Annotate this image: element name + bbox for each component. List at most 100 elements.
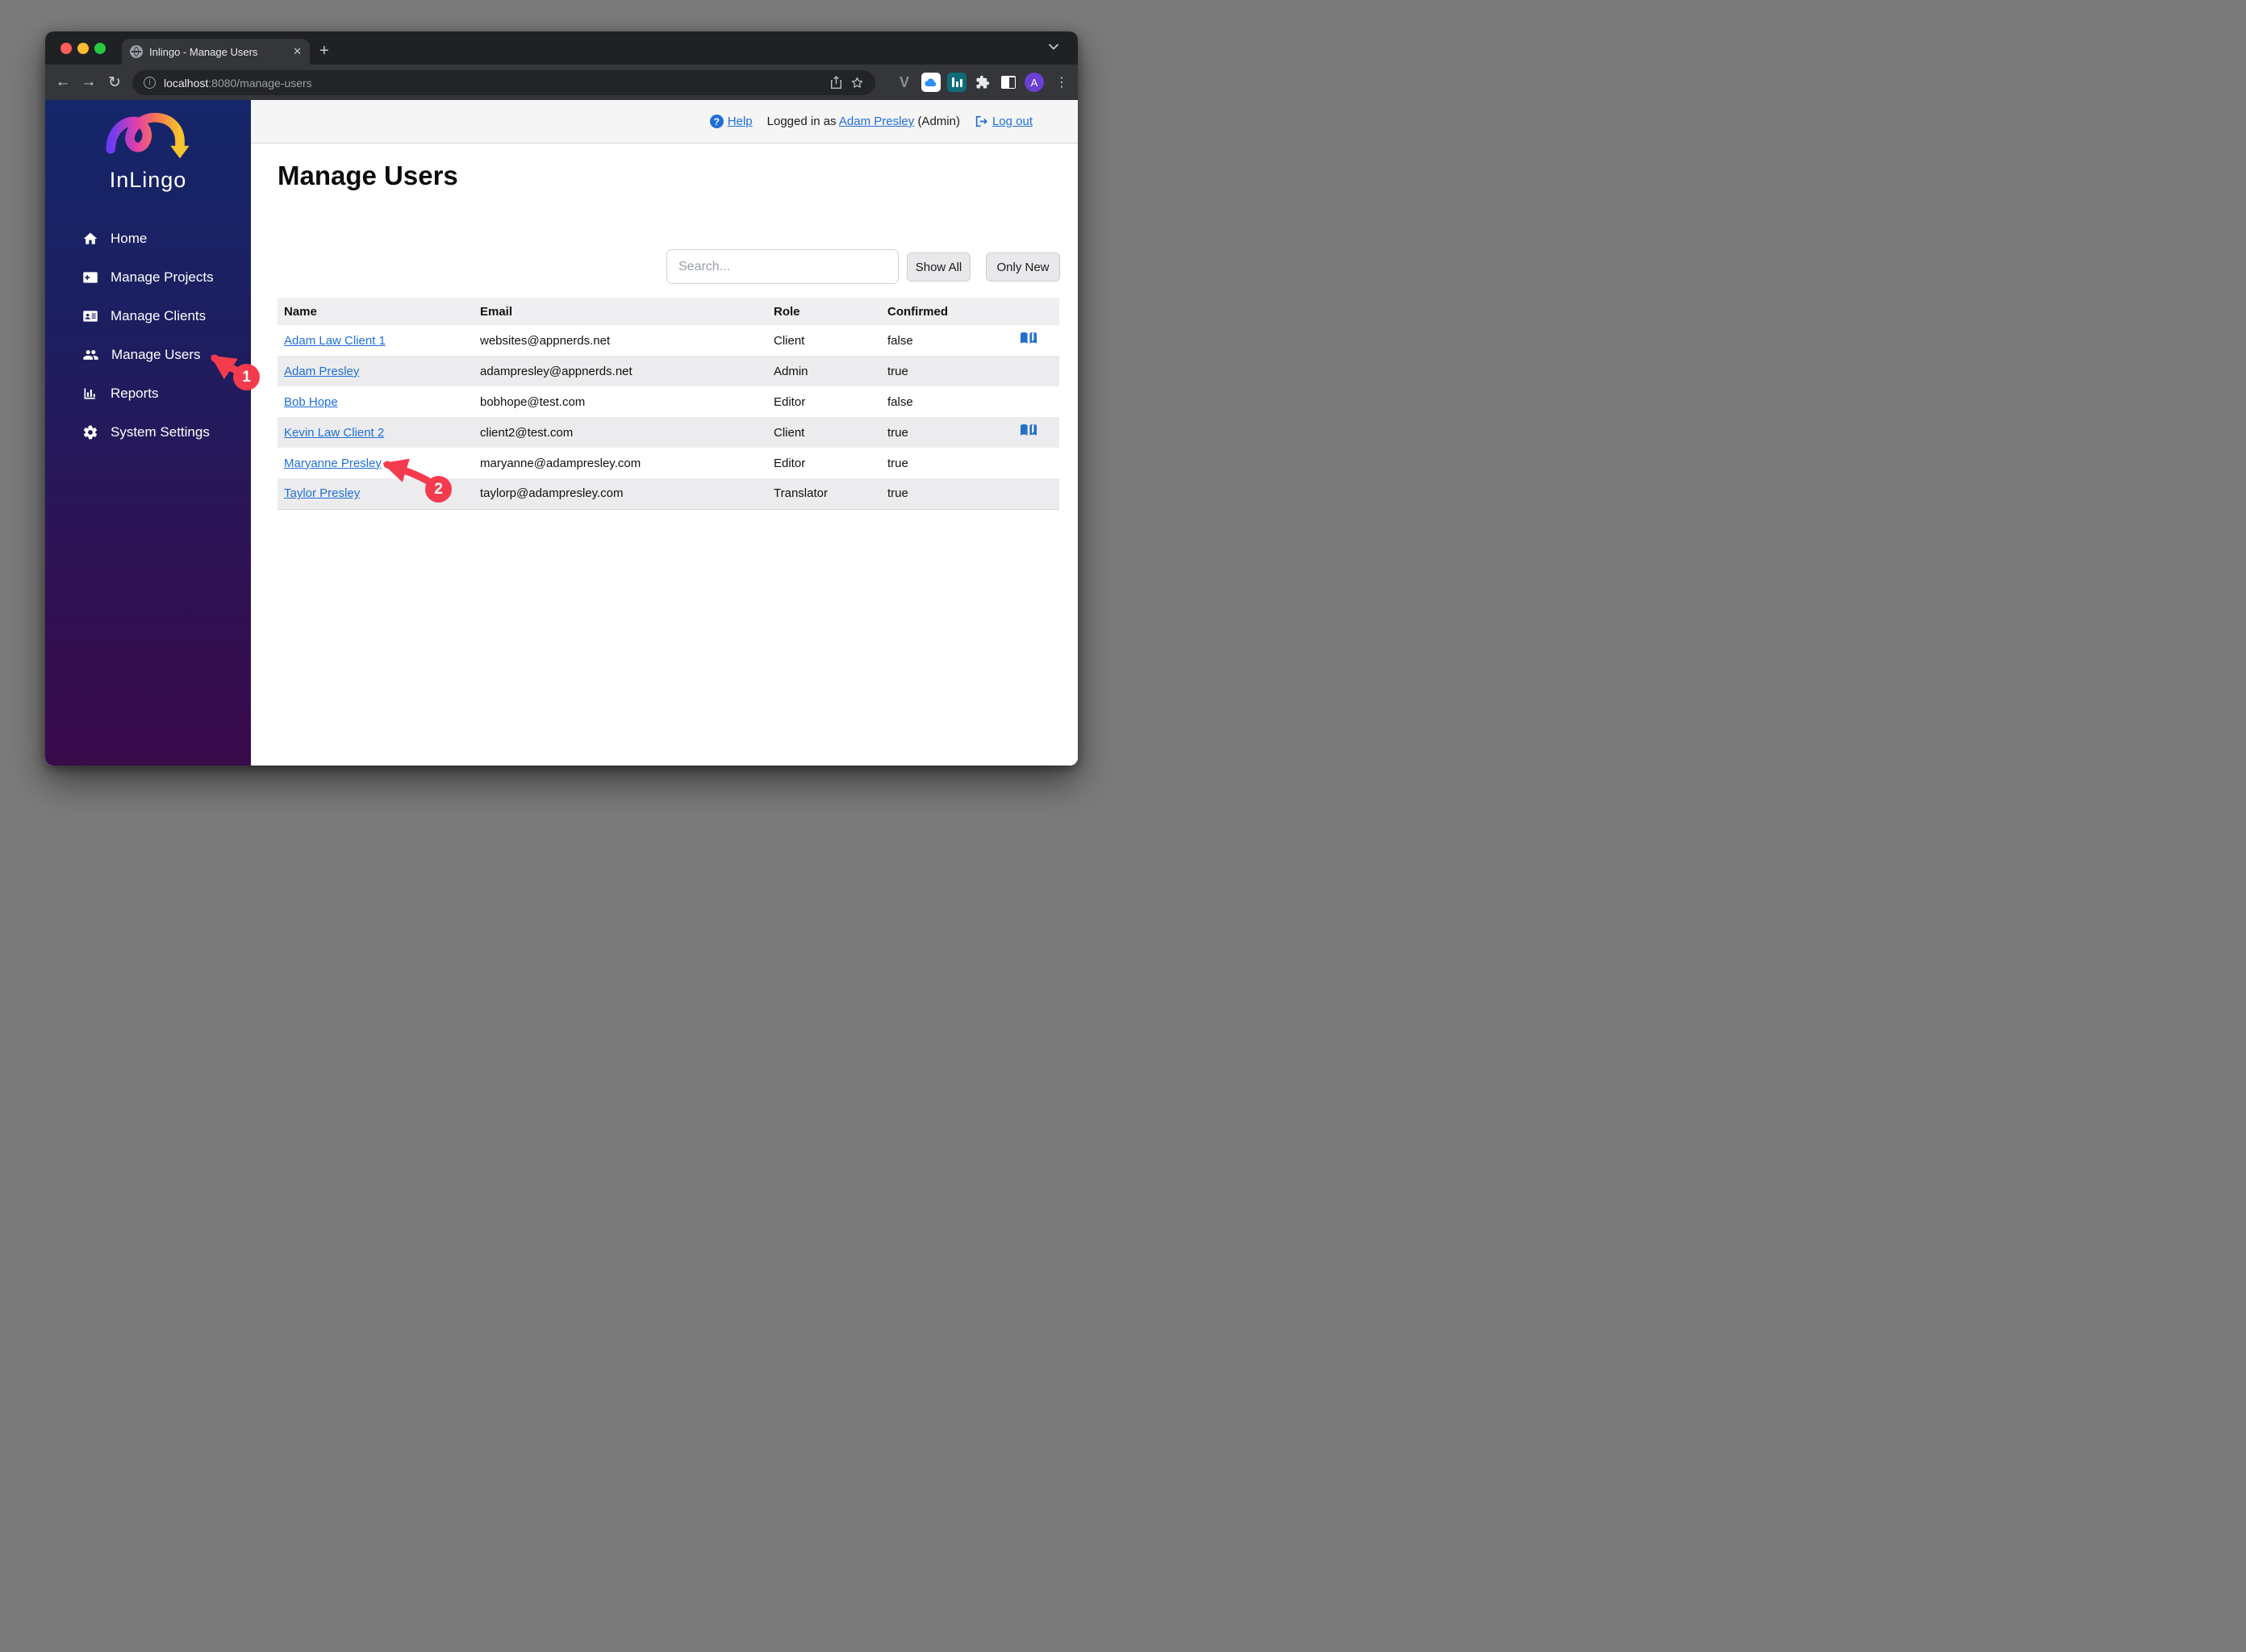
table-row: Maryanne Presley maryanne@adampresley.co… <box>278 448 1059 478</box>
forward-icon[interactable]: → <box>77 65 101 100</box>
browser-tab[interactable]: Inlingo - Manage Users ✕ <box>122 39 310 65</box>
url-bar[interactable]: i localhost:8080/manage-users <box>132 70 875 95</box>
user-name-link[interactable]: Adam Presley <box>284 365 359 378</box>
main-panel: Manage Users Show All Only New Name Emai… <box>251 144 1078 766</box>
user-confirmed: true <box>881 356 998 386</box>
sidebar-item-home[interactable]: Home <box>45 219 251 258</box>
sidebar-nav: Home Manage Projects Manage Clients Mana… <box>45 219 251 452</box>
column-header-name: Name <box>278 298 474 325</box>
sidebar-item-label: System Settings <box>111 424 210 440</box>
user-name-link[interactable]: Maryanne Presley <box>284 457 382 470</box>
browser-menu-icon[interactable]: ⋮ <box>1052 73 1071 92</box>
teal-extension-icon[interactable] <box>947 73 966 92</box>
sidebar-item-label: Manage Clients <box>111 308 206 324</box>
user-confirmed: false <box>881 386 998 417</box>
logo-text: InLingo <box>45 168 251 193</box>
user-role: Editor <box>767 386 881 417</box>
reload-icon[interactable]: ↻ <box>102 65 127 100</box>
only-new-button[interactable]: Only New <box>986 252 1060 282</box>
table-row: Adam Law Client 1 websites@appnerds.net … <box>278 325 1059 356</box>
logout-label[interactable]: Log out <box>992 115 1033 128</box>
user-confirmed: true <box>881 417 998 448</box>
users-icon <box>82 347 99 363</box>
user-role: Translator <box>767 478 881 509</box>
extensions-puzzle-icon[interactable] <box>973 73 992 92</box>
url-path: :8080/manage-users <box>208 77 311 90</box>
app-topbar: ? Help Logged in as Adam Presley (Admin)… <box>251 100 1078 144</box>
app-logo: InLingo <box>45 108 251 193</box>
search-input[interactable] <box>666 249 899 284</box>
user-confirmed: false <box>881 325 998 356</box>
side-panel-icon[interactable] <box>999 73 1018 92</box>
show-all-button[interactable]: Show All <box>907 252 971 282</box>
annotation-badge-2: 2 <box>425 476 452 503</box>
sidebar-item-manage-projects[interactable]: Manage Projects <box>45 258 251 297</box>
sidebar: InLingo Home Manage Projects Manage Clie… <box>45 100 251 766</box>
page-title: Manage Users <box>278 161 458 191</box>
help-label[interactable]: Help <box>728 115 753 128</box>
zoom-window-button[interactable] <box>94 43 106 54</box>
globe-icon <box>130 45 143 58</box>
logout-icon <box>975 115 988 127</box>
logout-link[interactable]: Log out <box>975 115 1033 128</box>
user-role: Client <box>767 417 881 448</box>
projects-icon <box>82 269 98 286</box>
users-table: Name Email Role Confirmed Adam Law Clien… <box>278 298 1059 510</box>
user-name-link[interactable]: Kevin Law Client 2 <box>284 426 384 440</box>
user-email: client2@test.com <box>474 417 767 448</box>
user-email: bobhope@test.com <box>474 386 767 417</box>
table-row: Kevin Law Client 2 client2@test.com Clie… <box>278 417 1059 448</box>
user-role: Client <box>767 325 881 356</box>
sidebar-item-manage-users[interactable]: Manage Users <box>45 336 251 374</box>
logged-in-prefix: Logged in as <box>767 115 837 128</box>
user-confirmed: true <box>881 448 998 478</box>
sidebar-item-system-settings[interactable]: System Settings <box>45 413 251 452</box>
close-window-button[interactable] <box>61 43 72 54</box>
share-icon[interactable] <box>830 76 842 90</box>
help-icon: ? <box>710 115 724 128</box>
sidebar-item-manage-clients[interactable]: Manage Clients <box>45 297 251 336</box>
book-icon[interactable] <box>1019 331 1038 350</box>
site-info-icon[interactable]: i <box>144 77 156 89</box>
table-row: Taylor Presley taylorp@adampresley.com T… <box>278 478 1059 509</box>
column-header-confirmed: Confirmed <box>881 298 998 325</box>
sidebar-item-label: Home <box>111 231 147 247</box>
back-icon[interactable]: ← <box>51 65 75 100</box>
chevron-down-icon[interactable] <box>1049 44 1058 50</box>
profile-avatar[interactable]: A <box>1025 73 1044 92</box>
user-role: Editor <box>767 448 881 478</box>
current-user-link[interactable]: Adam Presley <box>839 115 914 128</box>
new-tab-button[interactable]: + <box>319 41 329 60</box>
url-host: localhost <box>164 77 208 90</box>
user-confirmed: true <box>881 478 998 509</box>
tab-strip: Inlingo - Manage Users ✕ + <box>45 31 1078 65</box>
settings-gear-icon <box>82 424 98 440</box>
user-name-link[interactable]: Bob Hope <box>284 395 338 409</box>
user-name-link[interactable]: Taylor Presley <box>284 486 360 500</box>
user-email: maryanne@adampresley.com <box>474 448 767 478</box>
vue-devtools-extension-icon[interactable]: V <box>895 73 914 92</box>
sidebar-item-label: Manage Projects <box>111 269 214 286</box>
icloud-extension-icon[interactable] <box>921 73 941 92</box>
user-name-link[interactable]: Adam Law Client 1 <box>284 334 386 348</box>
reports-icon <box>82 386 98 402</box>
user-email: websites@appnerds.net <box>474 325 767 356</box>
logged-in-text: Logged in as Adam Presley (Admin) <box>767 115 960 128</box>
user-email: taylorp@adampresley.com <box>474 478 767 509</box>
app-content: InLingo Home Manage Projects Manage Clie… <box>45 100 1078 766</box>
clients-icon <box>82 308 98 324</box>
url-text: localhost:8080/manage-users <box>164 77 822 90</box>
sidebar-item-reports[interactable]: Reports <box>45 374 251 413</box>
home-icon <box>82 231 98 247</box>
user-role: Admin <box>767 356 881 386</box>
browser-window: Inlingo - Manage Users ✕ + ← → ↻ i local… <box>45 31 1078 766</box>
column-header-role: Role <box>767 298 881 325</box>
book-icon[interactable] <box>1019 423 1038 442</box>
help-link[interactable]: ? Help <box>710 115 753 128</box>
minimize-window-button[interactable] <box>77 43 89 54</box>
close-tab-icon[interactable]: ✕ <box>293 45 302 58</box>
avatar-letter: A <box>1025 73 1044 92</box>
table-row: Adam Presley adampresley@appnerds.net Ad… <box>278 356 1059 386</box>
user-role-suffix: (Admin) <box>917 115 960 128</box>
bookmark-star-icon[interactable] <box>850 76 864 90</box>
